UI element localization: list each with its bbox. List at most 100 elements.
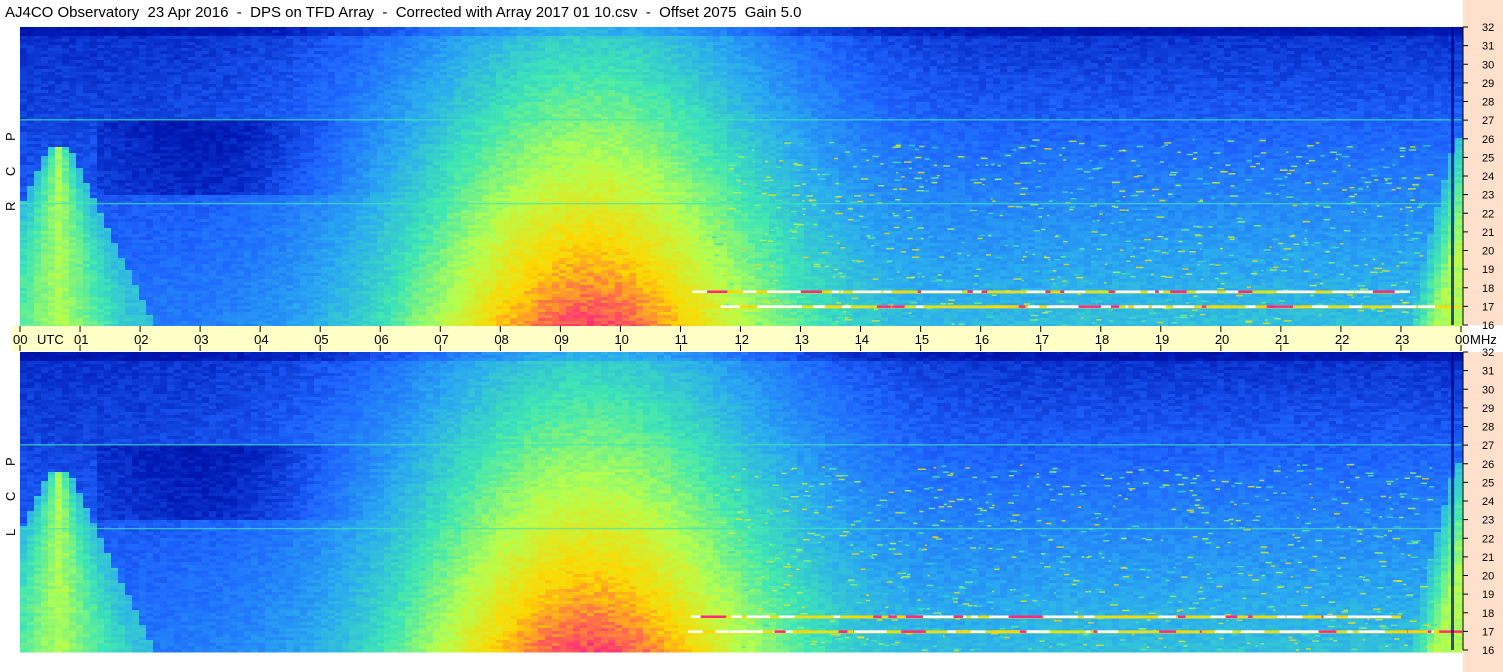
heatmap-cell <box>1147 51 1155 55</box>
heatmap-cell <box>713 66 721 70</box>
heatmap-cell <box>517 60 525 64</box>
heatmap-cell <box>1364 96 1372 100</box>
heatmap-cell <box>1399 36 1407 40</box>
heatmap-cell <box>1133 87 1141 91</box>
heatmap-cell <box>300 60 308 64</box>
heatmap-cell <box>475 75 483 79</box>
heatmap-cell <box>895 93 903 97</box>
heatmap-cell <box>685 66 693 70</box>
heatmap-cell <box>1336 36 1344 40</box>
heatmap-cell <box>251 36 259 40</box>
heatmap-cell <box>594 66 602 70</box>
heatmap-cell <box>475 48 483 52</box>
heatmap-cell <box>286 27 294 31</box>
heatmap-cell <box>636 78 644 82</box>
heatmap-cell <box>727 90 735 94</box>
heatmap-cell <box>573 90 581 94</box>
heatmap-cell <box>384 30 392 34</box>
heatmap-cell <box>1021 75 1029 79</box>
heatmap-cell <box>587 48 595 52</box>
heatmap-cell <box>580 27 588 31</box>
heatmap-cell <box>685 27 693 31</box>
heatmap-cell <box>1021 57 1029 61</box>
heatmap-cell <box>636 33 644 37</box>
heatmap-cell <box>307 99 315 103</box>
heatmap-cell <box>1196 66 1204 70</box>
heatmap-cell <box>797 81 805 85</box>
heatmap-cell <box>202 30 210 34</box>
heatmap-cell <box>1357 45 1365 49</box>
heatmap-cell <box>1049 87 1057 91</box>
heatmap-cell <box>1126 27 1134 31</box>
heatmap-cell <box>1294 36 1302 40</box>
heatmap-cell <box>1140 60 1148 64</box>
heatmap-cell <box>867 87 875 91</box>
heatmap-cell <box>1035 54 1043 58</box>
heatmap-cell <box>1147 72 1155 76</box>
heatmap-cell <box>391 57 399 61</box>
heatmap-cell <box>587 78 595 82</box>
heatmap-cell <box>69 57 77 61</box>
heatmap-cell <box>741 48 749 52</box>
heatmap-cell <box>909 51 917 55</box>
heatmap-cell <box>363 57 371 61</box>
heatmap-cell <box>895 60 903 64</box>
heatmap-cell <box>62 99 70 103</box>
heatmap-cell <box>944 81 952 85</box>
heatmap-cell <box>545 42 553 46</box>
heatmap-cell <box>1056 36 1064 40</box>
heatmap-cell <box>1133 57 1141 61</box>
heatmap-cell <box>34 66 42 70</box>
heatmap-cell <box>1392 78 1400 82</box>
heatmap-cell <box>916 75 924 79</box>
heatmap-cell <box>1126 78 1134 82</box>
heatmap-cell <box>587 87 595 91</box>
heatmap-cell <box>48 81 56 85</box>
heatmap-cell <box>363 39 371 43</box>
heatmap-cell <box>951 66 959 70</box>
heatmap-cell <box>69 66 77 70</box>
heatmap-cell <box>328 78 336 82</box>
heatmap-cell <box>209 99 217 103</box>
heatmap-cell <box>1084 87 1092 91</box>
heatmap-cell <box>258 72 266 76</box>
heatmap-cell <box>41 90 49 94</box>
heatmap-cell <box>1203 36 1211 40</box>
heatmap-cell <box>167 33 175 37</box>
heatmap-cell <box>1014 84 1022 88</box>
heatmap-cell <box>1119 39 1127 43</box>
heatmap-cell <box>664 90 672 94</box>
heatmap-cell <box>1196 75 1204 79</box>
heatmap-cell <box>944 66 952 70</box>
heatmap-cell <box>1406 66 1414 70</box>
heatmap-cell <box>265 96 273 100</box>
heatmap-cell <box>1266 33 1274 37</box>
heatmap-cell <box>27 75 35 79</box>
heatmap-cell <box>454 93 462 97</box>
heatmap-cell <box>398 27 406 31</box>
heatmap-cell <box>643 60 651 64</box>
heatmap-cell <box>573 30 581 34</box>
heatmap-cell <box>797 27 805 31</box>
heatmap-cell <box>671 42 679 46</box>
heatmap-cell <box>1189 75 1197 79</box>
heatmap-cell <box>1077 42 1085 46</box>
heatmap-cell <box>104 27 112 31</box>
heatmap-cell <box>258 66 266 70</box>
heatmap-cell <box>902 90 910 94</box>
heatmap-cell <box>699 27 707 31</box>
heatmap-cell <box>531 69 539 73</box>
heatmap-cell <box>461 84 469 88</box>
heatmap-cell <box>104 54 112 58</box>
heatmap-cell <box>979 87 987 91</box>
heatmap-cell <box>97 81 105 85</box>
heatmap-cell <box>1168 30 1176 34</box>
heatmap-cell <box>475 60 483 64</box>
heatmap-cell <box>671 33 679 37</box>
heatmap-cell <box>678 27 686 31</box>
heatmap-cell <box>272 84 280 88</box>
heatmap-cell <box>1007 78 1015 82</box>
heatmap-cell <box>328 30 336 34</box>
heatmap-cell <box>286 36 294 40</box>
heatmap-cell <box>97 51 105 55</box>
